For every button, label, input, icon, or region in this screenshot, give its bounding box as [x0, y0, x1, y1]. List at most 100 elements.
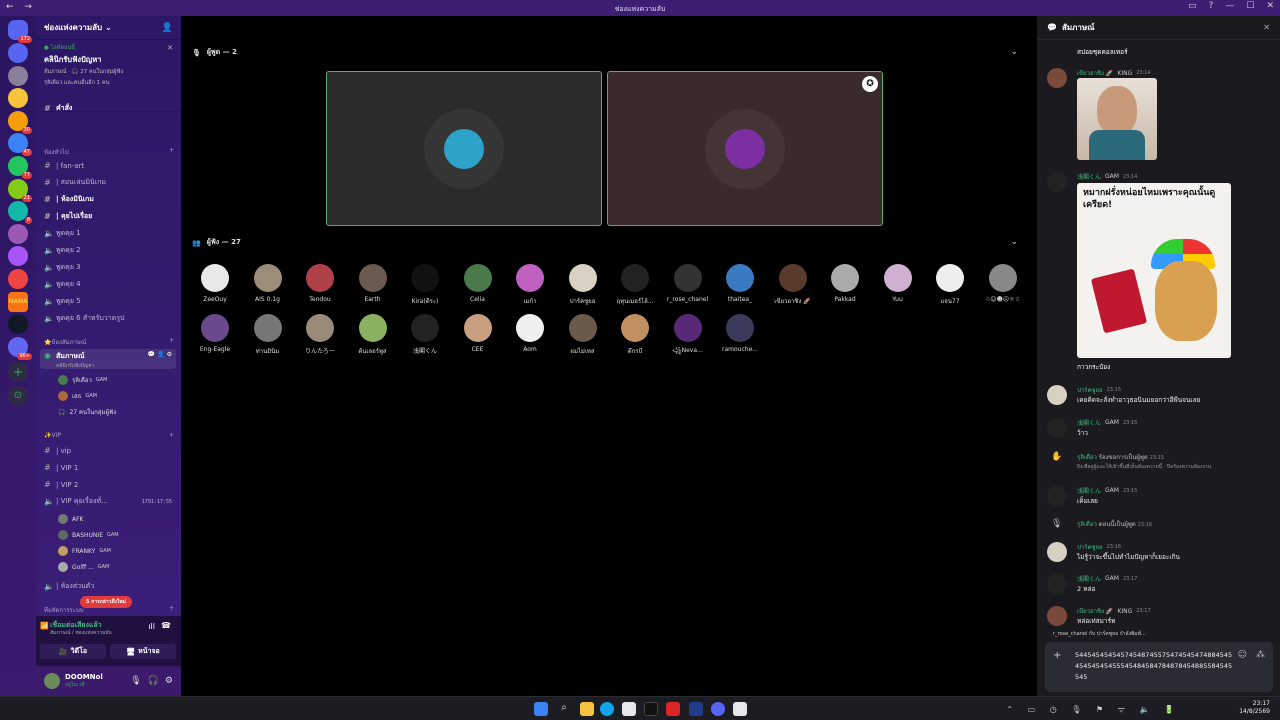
headphones-icon[interactable]: 🎧	[148, 676, 159, 686]
audience-member[interactable]: ZeeOuy	[190, 264, 240, 303]
channel-vip-1[interactable]: # | VIP 1	[40, 460, 176, 475]
message-author[interactable]: เขียวอาชิง 🚀	[1077, 606, 1113, 616]
speaker-tile[interactable]	[326, 71, 602, 226]
audience-member[interactable]: ตึกรบี	[610, 314, 660, 356]
audience-count[interactable]: 🎧 27 คนในกลุ่มผู้ฟัง	[58, 405, 176, 419]
tiktok-icon[interactable]	[644, 702, 658, 716]
doge-meme-image[interactable]: หมากฝรั่งหน่อยไหมเพราะคุณนั้นดูเครียด!	[1077, 183, 1231, 358]
audience-member[interactable]: Celia	[453, 264, 503, 303]
channel-chat[interactable]: # | คุยไปเรื่อย	[40, 209, 176, 224]
emoji-icon[interactable]: ☺	[1238, 650, 1247, 660]
minimize-button[interactable]: —	[1225, 1, 1234, 11]
avatar[interactable]	[1047, 385, 1067, 405]
disconnect-icon[interactable]: ☎	[161, 621, 171, 630]
message-input[interactable]: 5445454545457454874557547454547488454545…	[1075, 650, 1235, 683]
avatar[interactable]	[1047, 418, 1067, 438]
voice-channel-2[interactable]: 🔈 พูดคุย 2	[40, 243, 176, 258]
chevron-down-icon[interactable]: ⌄	[1010, 47, 1018, 57]
avatar[interactable]	[1047, 68, 1067, 88]
avatar[interactable]	[1047, 574, 1067, 594]
add-server-icon[interactable]: +	[8, 362, 28, 382]
voice-channel-1[interactable]: 🔈 พูดคุย 1	[40, 226, 176, 241]
audience-member[interactable]: AIS 0.1g	[243, 264, 293, 303]
audience-member[interactable]: เมก้า	[505, 264, 555, 306]
clock[interactable]: 23:17 14/8/2569	[1239, 700, 1270, 716]
voice-channel-6[interactable]: 🔈 พูดคุย 6 สำหรับวาดรูป	[40, 311, 176, 326]
server-icon[interactable]	[8, 314, 28, 335]
avatar[interactable]	[1047, 606, 1067, 626]
edge-icon[interactable]	[600, 702, 614, 716]
meme-image[interactable]	[1077, 78, 1157, 160]
category-interview[interactable]: ⭐ห้องสัมภาษณ์ +	[44, 337, 174, 347]
stage-actions[interactable]: 💬 👤 ⚙	[148, 351, 172, 358]
audience-member[interactable]: เขียวอาชิง 🚀	[768, 264, 818, 306]
speaker-tile[interactable]: ✪	[607, 71, 883, 226]
server-icon[interactable]: 96+	[8, 336, 32, 360]
store-icon[interactable]	[622, 702, 636, 716]
audience-member[interactable]: Kira(ดีระ)	[400, 264, 450, 306]
category-vip[interactable]: ✨VIP +	[44, 432, 174, 439]
audience-member[interactable]: ผมไม่เทส	[558, 314, 608, 356]
invite-icon[interactable]: 👤	[162, 23, 173, 33]
category-general[interactable]: ห้องทั่วไป +	[44, 147, 174, 157]
audience-member[interactable]: Yuu	[873, 264, 923, 303]
video-button[interactable]: 🎥 วิดีโอ	[40, 644, 106, 659]
request-actions[interactable]: ยิงเพื่อดูผู้และให้เข้าขึ้นที่เห็นห้องคว…	[1077, 463, 1211, 471]
avatar[interactable]	[1047, 486, 1067, 506]
audience-member[interactable]: CEE	[453, 314, 503, 353]
app-icon[interactable]	[666, 702, 680, 716]
server-icon[interactable]	[8, 43, 28, 63]
microphone-icon[interactable]: 🎙	[130, 676, 141, 686]
stage-channel[interactable]: ◉ สัมภาษณ์ คลินิกรับฟังปัญหา 💬 👤 ⚙	[40, 349, 176, 369]
server-icon[interactable]: 21	[8, 178, 32, 202]
message-author[interactable]: 浅閣くん	[1077, 486, 1101, 495]
audience-member[interactable]: 浅閣くん	[400, 314, 450, 355]
voice-member[interactable]: BASHUNIE GAM	[58, 528, 176, 542]
message-author[interactable]: 浅閣くん	[1077, 574, 1101, 583]
noise-icon[interactable]: ıll	[148, 622, 155, 631]
audience-member[interactable]: Tendou	[295, 264, 345, 303]
message-author[interactable]: เขียวอาชิง 🚀	[1077, 68, 1113, 78]
voice-channel-private[interactable]: 🔈 | ห้องส่วนตัว	[40, 579, 176, 594]
avatar[interactable]	[1047, 542, 1067, 562]
audience-member[interactable]: r_rose_chanel	[663, 264, 713, 303]
category-bottom[interactable]: ทีมจัดการระบบ +	[44, 605, 174, 615]
voice-channel-vip[interactable]: 🔈 | VIP คุยเรื่องทั่... 1791:17:55	[40, 494, 176, 509]
audience-member[interactable]: thaitea_	[715, 264, 765, 303]
audience-member[interactable]: ปาร์คซูยอ	[558, 264, 608, 306]
audience-member[interactable]: ramouche...	[715, 314, 765, 353]
audience-member[interactable]: ☃☺☻☹☼☃	[978, 264, 1028, 303]
message-author[interactable]: ปาร์คซูยอ	[1077, 542, 1103, 552]
audience-member[interactable]: ต้นเลอร์พูส	[348, 314, 398, 356]
server-icon[interactable]: 30	[8, 110, 32, 134]
message-composer[interactable]: + 54454545454574548745575474545474884545…	[1045, 642, 1273, 692]
direct-messages-icon[interactable]: 172	[8, 20, 32, 43]
server-icon[interactable]: 8	[8, 201, 32, 225]
channel-fan-art[interactable]: # | fan-art	[40, 158, 176, 173]
search-icon[interactable]: ⌕	[557, 702, 571, 716]
audience-member[interactable]: Earth	[348, 264, 398, 303]
chevron-down-icon[interactable]: ⌄	[1010, 237, 1018, 247]
voice-member[interactable]: AFK	[58, 512, 176, 526]
avatar[interactable]	[1047, 172, 1067, 192]
discover-icon[interactable]: ⊙	[8, 386, 28, 406]
photoshop-icon[interactable]	[689, 702, 703, 716]
audience-member[interactable]: ท่านมินิม	[243, 314, 293, 356]
channel-commands[interactable]: # คำสั่ง	[40, 101, 176, 116]
audience-member[interactable]: แจน77	[925, 264, 975, 306]
start-icon[interactable]	[534, 702, 548, 716]
close-icon[interactable]: ✕	[1263, 23, 1270, 32]
close-button[interactable]: ✕	[1266, 1, 1274, 11]
audience-member[interactable]: Eng-Eagle	[190, 314, 240, 353]
audience-member[interactable]: りんたろー	[295, 314, 345, 355]
message-author[interactable]: ปาร์คซูยอ	[1077, 385, 1103, 395]
channel-minigame[interactable]: # | ห้องมินิเกม	[40, 192, 176, 207]
add-channel-icon[interactable]: +	[169, 147, 174, 157]
add-attachment-icon[interactable]: +	[1053, 650, 1061, 661]
voice-channel-5[interactable]: 🔈 พูดคุย 5	[40, 294, 176, 309]
system-tray[interactable]: ⌃ ▭ ◷ 🎙 ⚑ ᯤ 🔈 🔋	[1006, 704, 1180, 715]
voice-channel-4[interactable]: 🔈 พูดคุย 4	[40, 277, 176, 292]
avatar[interactable]	[44, 673, 60, 689]
stage-member[interactable]: เสธ GAM	[58, 389, 176, 403]
app-icon[interactable]	[733, 702, 747, 716]
